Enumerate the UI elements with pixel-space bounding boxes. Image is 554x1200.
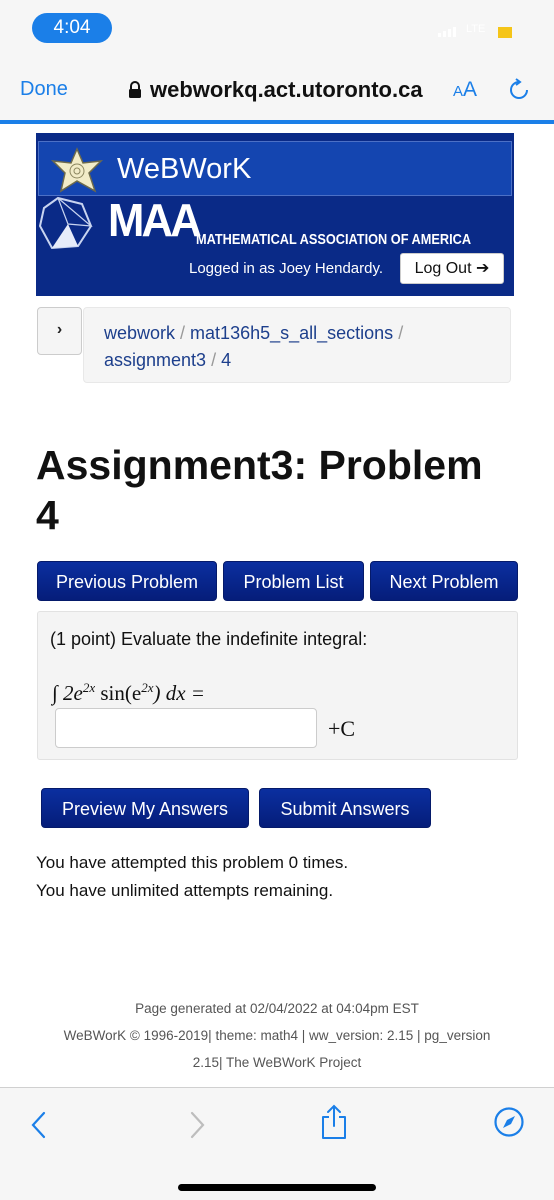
problem-list-button[interactable]: Problem List [223,561,364,601]
webwork-logo-icon [50,147,104,193]
exponent: 2x [82,680,96,695]
home-indicator[interactable] [178,1184,376,1191]
text-size-button[interactable]: AA [453,78,477,102]
maa-subtitle: MATHEMATICAL ASSOCIATION OF AMERICA [196,231,472,248]
webwork-title: WeBWorK [117,153,252,185]
footer-project[interactable]: 2.15| The WeBWorK Project [30,1049,524,1076]
webwork-banner: WeBWorK [38,141,512,196]
breadcrumb-separator: / [211,350,217,370]
logout-label: Log Out [414,260,472,277]
attempts-remaining: You have unlimited attempts remaining. [36,881,334,900]
logged-in-text: Logged in as Joey Hendardy. [189,260,384,277]
breadcrumb-item-course[interactable]: mat136h5_s_all_sections [190,323,393,343]
maa-title: MAA [108,194,202,246]
page-title: Assignment3: Problem 4 [36,442,483,538]
integral-part: ∫ 2e [52,681,83,705]
reload-icon[interactable] [507,78,531,102]
page-load-progress [0,120,554,124]
lock-icon [129,81,141,98]
problem-prompt: (1 point) Evaluate the indefinite integr… [50,629,368,649]
preview-answers-button[interactable]: Preview My Answers [41,788,249,828]
text-size-small: A [453,83,464,100]
back-icon[interactable] [24,1110,54,1140]
attempts-count: You have attempted this problem 0 times. [36,853,349,872]
forward-icon[interactable] [182,1110,212,1140]
logout-button[interactable]: Log Out ➔ [400,253,504,284]
breadcrumb-item-assignment[interactable]: assignment3 [104,350,206,370]
network-label: LTE [466,23,486,35]
site-header: WeBWorK MAA MATHEMATICAL ASSOCIATION OF … [36,133,514,296]
integral-part: ) dx = [153,681,205,705]
maa-logo-icon [38,196,93,250]
next-problem-button[interactable]: Next Problem [370,561,518,601]
integral-expression: ∫ 2e2x sin(e2x) dx = [52,680,205,706]
submit-answers-button[interactable]: Submit Answers [259,788,431,828]
share-icon[interactable] [318,1104,350,1140]
signal-icon [438,27,456,37]
breadcrumb-separator: / [180,323,186,343]
chevron-right-icon: › [56,321,63,338]
text-size-large: A [463,78,478,101]
breadcrumb-separator: / [398,323,404,343]
footer-version: WeBWorK © 1996-2019| theme: math4 | ww_v… [63,1028,491,1043]
done-button[interactable]: Done [20,78,68,101]
previous-problem-button[interactable]: Previous Problem [37,561,217,601]
answer-input[interactable] [55,708,317,748]
exponent: 2x [141,680,154,695]
breadcrumb-item-webwork[interactable]: webwork [104,323,175,343]
url-field[interactable]: webworkq.act.utoronto.ca [150,77,423,103]
integral-part: sin(e [95,681,142,705]
battery-icon [498,27,512,38]
footer-generated: Page generated at 02/04/2022 at 04:04pm … [135,1001,419,1016]
compass-icon[interactable] [493,1106,525,1138]
page-footer: Page generated at 02/04/2022 at 04:04pm … [30,995,524,1076]
breadcrumb-item-problem: 4 [221,350,232,370]
breadcrumb-toggle-button[interactable]: › [37,307,82,355]
attempts-info: You have attempted this problem 0 times.… [36,849,348,905]
browser-toolbar: Done webworkq.act.utoronto.ca AA [0,60,554,120]
time: 4:04 [32,13,112,43]
browser-bottom-toolbar [0,1087,554,1200]
status-bar: 4:04 LTE [0,0,554,60]
sign-out-icon: ➔ [475,260,490,277]
constant-label: +C [328,716,356,741]
breadcrumb: webwork / mat136h5_s_all_sections / assignm… [83,307,511,383]
problem-box: (1 point) Evaluate the indefinite integr… [37,611,518,760]
